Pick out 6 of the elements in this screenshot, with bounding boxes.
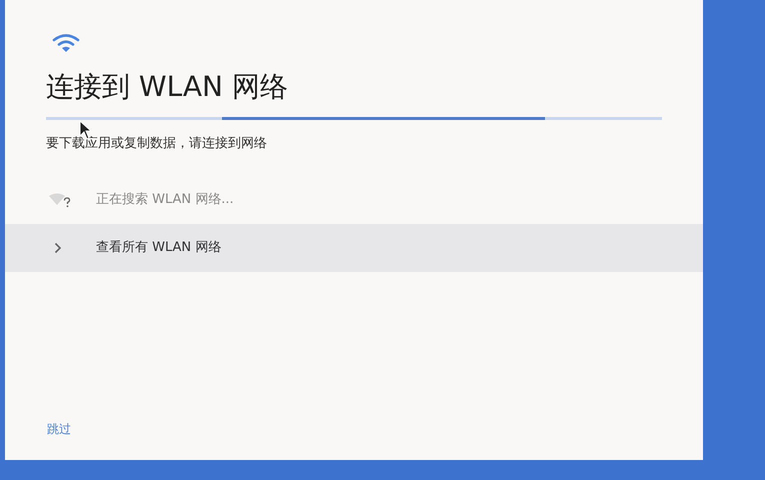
wifi-icon: [51, 33, 81, 53]
wifi-question-icon: [47, 192, 73, 208]
list-item[interactable]: 查看所有 WLAN 网络: [5, 224, 703, 272]
page-title: 连接到 WLAN 网络: [46, 69, 288, 105]
chevron-right-icon: [54, 242, 62, 254]
skip-button[interactable]: 跳过: [45, 420, 73, 438]
